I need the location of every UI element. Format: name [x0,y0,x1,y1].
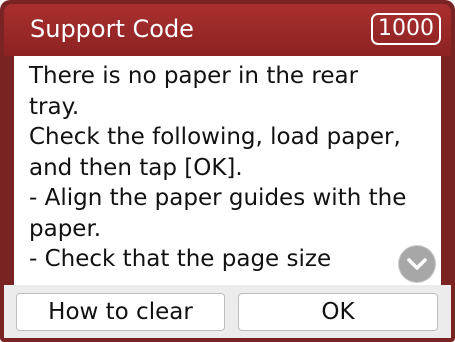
how-to-clear-button[interactable]: How to clear [16,293,225,331]
error-message: There is no paper in the rear tray. Chec… [29,63,407,272]
scroll-down-button[interactable] [399,246,435,282]
dialog-header: Support Code 1000 [4,4,451,56]
ok-button[interactable]: OK [238,293,438,331]
chevron-down-icon [407,258,427,270]
button-bar: How to clear OK [4,285,451,338]
support-code-dialog: Support Code 1000 There is no paper in t… [0,0,455,342]
message-area[interactable]: There is no paper in the rear tray. Chec… [14,56,441,285]
dialog-title: Support Code [30,15,194,43]
support-code-badge: 1000 [371,13,441,45]
